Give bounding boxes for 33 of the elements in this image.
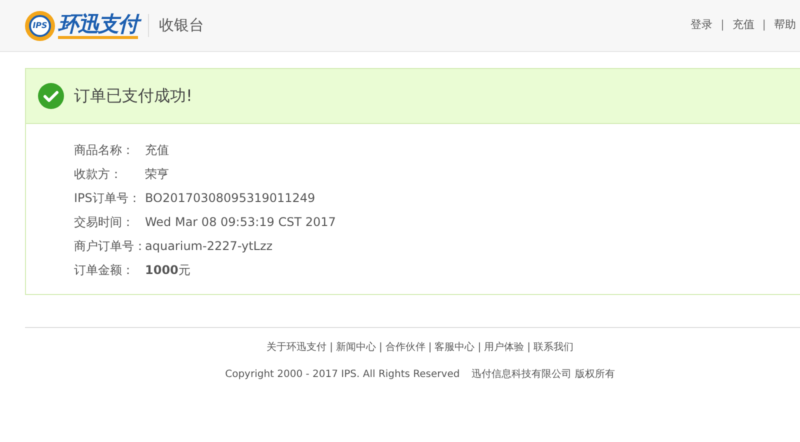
detail-value: 1000元 <box>145 262 190 279</box>
copyright-text: Copyright 2000 - 2017 IPS. All Rights Reserved <box>225 369 460 380</box>
footer-link[interactable]: 新闻中心 <box>336 342 376 353</box>
footer-separator: | <box>527 342 530 353</box>
detail-value: 荣亨 <box>145 166 169 183</box>
logo-badge-icon: IPS <box>25 10 55 40</box>
detail-value: Wed Mar 08 09:53:19 CST 2017 <box>145 214 336 231</box>
footer-separator: | <box>330 342 333 353</box>
nav-separator: | <box>762 17 766 34</box>
detail-value: BO20170308095319011249 <box>145 190 316 207</box>
nav-link[interactable]: 充值 <box>732 17 754 34</box>
nav-link[interactable]: 帮助 <box>774 17 796 34</box>
nav-separator: | <box>720 17 724 34</box>
detail-label: 收款方： <box>74 166 123 183</box>
detail-value: aquarium-2227-ytLzz <box>145 238 273 255</box>
footer-link[interactable]: 用户体验 <box>484 342 524 353</box>
detail-label: 商品名称： <box>74 142 135 159</box>
footer-link[interactable]: 关于环迅支付 <box>266 342 327 353</box>
page-subtitle: 收银台 <box>148 14 204 37</box>
nav-link[interactable]: 登录 <box>690 17 713 34</box>
footer-link[interactable]: 合作伙伴 <box>385 342 426 353</box>
footer-separator: | <box>478 342 482 353</box>
detail-value: 充值 <box>145 142 169 159</box>
detail-label: 订单金额： <box>74 262 135 279</box>
footer-separator: | <box>428 342 432 353</box>
detail-label: 交易时间： <box>74 214 135 231</box>
footer-link[interactable]: 客服中心 <box>434 342 475 353</box>
company-text: 迅付信息科技有限公司 版权所有 <box>472 369 615 380</box>
footer-link[interactable]: 联系我们 <box>533 342 574 353</box>
footer-separator: | <box>378 342 382 353</box>
detail-label: 商户订单号： <box>74 238 145 255</box>
success-message: 订单已支付成功! <box>74 85 192 107</box>
detail-label: IPS订单号： <box>74 190 142 207</box>
